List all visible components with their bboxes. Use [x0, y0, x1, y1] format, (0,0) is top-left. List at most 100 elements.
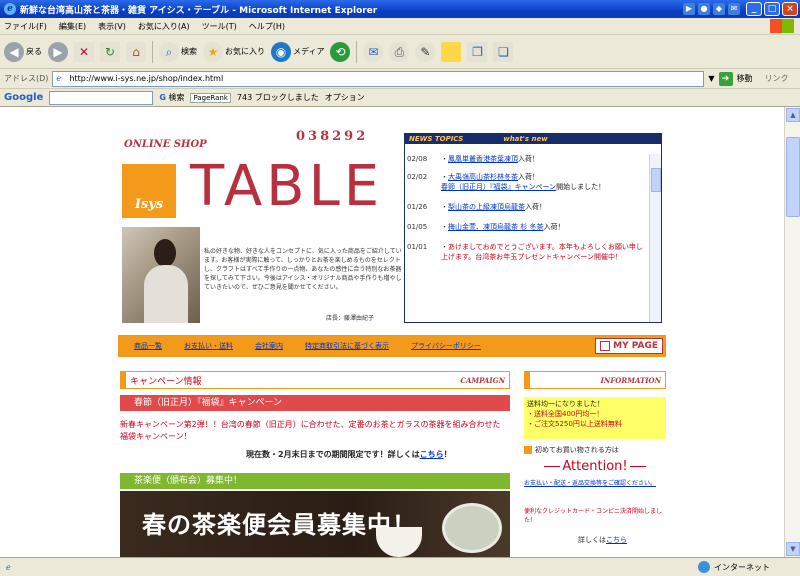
- access-counter: 038292: [296, 129, 369, 144]
- tray-icon[interactable]: ▶: [683, 3, 695, 15]
- search-icon: ⌕: [159, 41, 179, 62]
- page-done-icon: e: [6, 562, 11, 572]
- campaign-title-bar: 春節（旧正月）『福袋』キャンペーン: [120, 395, 510, 411]
- news-box: NEWS TOPICS what's new 02/08 ・鳳凰単叢香港茶葉凍頂…: [404, 133, 662, 323]
- media-button[interactable]: ◉ メディア: [271, 41, 324, 62]
- address-dropdown-icon[interactable]: ▼: [708, 74, 714, 83]
- teacup-image: [376, 527, 422, 557]
- pagerank-indicator: PageRank: [190, 92, 231, 103]
- news-item: 01/26 ・梨山茶の上級凍頂烏龍茶入荷！: [407, 203, 546, 211]
- owner-photo: [122, 227, 200, 323]
- nav-privacy-policy[interactable]: プライバシーポリシー: [411, 341, 481, 351]
- ie-logo-icon: e: [4, 3, 16, 15]
- table-logo-text[interactable]: TABLE: [190, 155, 383, 219]
- stop-button[interactable]: ✕: [74, 41, 94, 62]
- campaign-details-link[interactable]: こちら: [420, 450, 444, 459]
- print-button[interactable]: ⎙: [389, 41, 410, 62]
- nav-products[interactable]: 商品一覧: [134, 341, 162, 351]
- history-button[interactable]: ⟲: [330, 41, 351, 62]
- intro-text: 私の好きな物、好きな人をコンセプトに、気に入った商品をご紹介しています。お客様が…: [204, 248, 402, 291]
- tea-subscription-banner[interactable]: 春の茶楽便会員募集中！: [120, 491, 510, 557]
- search-button[interactable]: ⌕ 検索: [159, 41, 197, 62]
- news-list: 02/08 ・鳳凰単叢香港茶葉凍頂入荷！ 02/02 ・大禹嶺高山茶杉林冬茶入荷…: [407, 154, 647, 322]
- address-input[interactable]: http://www.i-sys.ne.jp/shop/index.html: [52, 70, 705, 87]
- tea-leaves-image: [442, 503, 502, 553]
- info-more-link[interactable]: こちら: [606, 536, 627, 544]
- favorites-button[interactable]: ★ お気に入り: [203, 41, 265, 62]
- go-arrow-icon[interactable]: ➔: [718, 71, 733, 86]
- menu-help[interactable]: ヘルプ(H): [249, 21, 285, 32]
- campaign-note: 現在数・2月末日までの期間限定です！詳しくはこちら！: [246, 450, 452, 459]
- menu-edit[interactable]: 編集(E): [59, 21, 86, 32]
- status-bar: e インターネット: [0, 557, 800, 576]
- tray-icon[interactable]: ●: [698, 3, 710, 15]
- g-icon: G: [159, 93, 166, 102]
- forward-button[interactable]: ▶: [48, 41, 68, 62]
- shipping-notice: 送料均一になりました！ ・送料全国400円均一！ ・ご注文5250円以上送料無料: [524, 397, 666, 439]
- links-button[interactable]: リンク: [765, 73, 789, 84]
- first-time-label: 初めてお買い物される方は: [524, 445, 666, 455]
- scroll-up-icon[interactable]: ▲: [786, 108, 800, 122]
- refresh-button[interactable]: ↻: [100, 41, 120, 62]
- minimize-button[interactable]: _: [746, 2, 762, 16]
- nav-legal-notice[interactable]: 特定商取引法に基づく表示: [305, 341, 389, 351]
- info-more: 詳しくはこちら: [578, 536, 627, 544]
- back-arrow-icon: ◀: [4, 41, 24, 62]
- toolbar-separator: [356, 40, 358, 63]
- nav-payment-shipping[interactable]: お支払い・送料: [184, 341, 233, 351]
- options-button[interactable]: オプション: [325, 92, 365, 103]
- scroll-thumb[interactable]: [786, 137, 800, 217]
- address-bar: アドレス(D) http://www.i-sys.ne.jp/shop/inde…: [0, 69, 800, 89]
- google-logo[interactable]: Google: [4, 92, 43, 103]
- menu-bar: ファイル(F) 編集(E) 表示(V) お気に入り(A) ツール(T) ヘルプ(…: [0, 18, 800, 35]
- campaign-header: キャンペーン情報 CAMPAIGN: [120, 371, 510, 389]
- web-page: ONLINE SHOP 038292 Isys TABLE 私の好きな物、好きな…: [0, 107, 784, 557]
- menu-tools[interactable]: ツール(T): [202, 21, 237, 32]
- home-button[interactable]: ⌂: [126, 41, 146, 62]
- online-shop-label: ONLINE SHOP: [124, 139, 207, 150]
- tray-icon[interactable]: ✉: [728, 3, 740, 15]
- back-button[interactable]: ◀ 戻る: [4, 41, 42, 62]
- mail-button[interactable]: ✉: [363, 41, 384, 62]
- mypage-button[interactable]: MY PAGE: [595, 338, 663, 354]
- media-icon: ◉: [271, 41, 291, 62]
- close-button[interactable]: ×: [782, 2, 798, 16]
- address-label: アドレス(D): [4, 74, 49, 83]
- google-search-input[interactable]: [49, 90, 154, 105]
- edit-button[interactable]: ✎: [415, 41, 436, 62]
- attention-heading: Attention!: [524, 459, 666, 475]
- nav-company[interactable]: 会社案内: [255, 341, 283, 351]
- tray-icons: ▶ ● ◆ ✉: [683, 3, 740, 15]
- isys-logo[interactable]: Isys: [122, 164, 176, 218]
- standard-toolbar: ◀ 戻る ▶ ✕ ↻ ⌂ ⌕ 検索 ★ お気に入り ◉ メディア ⟲ ✉ ⎙ ✎…: [0, 35, 800, 69]
- popup-blocked-button[interactable]: 743 ブロックしました: [237, 92, 319, 103]
- globe-icon: [698, 561, 710, 573]
- credit-card-notice: 便利なクレジットカード・コンビニ決済開始しました！: [524, 508, 663, 524]
- information-header: INFORMATION: [524, 371, 666, 389]
- tea-subscription-bar: 茶楽便（頒布会）募集中！: [120, 473, 510, 489]
- discuss-button[interactable]: [441, 41, 462, 62]
- window-title: 新鮮な台湾高山茶と茶器・雑貨 アイシス・テーブル - Microsoft Int…: [20, 5, 378, 16]
- maximize-button[interactable]: □: [764, 2, 780, 16]
- windows-logo-icon: [770, 19, 794, 33]
- site-nav: 商品一覧 お支払い・送料 会社案内 特定商取引法に基づく表示 プライバシーポリシ…: [118, 335, 666, 357]
- scroll-down-icon[interactable]: ▼: [786, 542, 800, 556]
- menu-file[interactable]: ファイル(F): [4, 21, 47, 32]
- policy-link[interactable]: お支払い・配送・返品交換等をご確認ください。: [524, 479, 666, 488]
- google-toolbar: Google G 検索 PageRank 743 ブロックしました オプション: [0, 89, 800, 107]
- campaign-description: 新春キャンペーン第2弾！！台湾の春節（旧正月）に合わせた、定番のお茶とガラスの茶…: [120, 420, 501, 441]
- tray-icon[interactable]: ◆: [713, 3, 725, 15]
- news-header: NEWS TOPICS what's new: [405, 134, 661, 144]
- toolbar-separator: [152, 40, 153, 63]
- menu-favorites[interactable]: お気に入り(A): [138, 21, 190, 32]
- news-scrollbar[interactable]: [649, 154, 661, 322]
- google-search-button[interactable]: G 検索: [159, 92, 184, 103]
- research-button[interactable]: ❏: [493, 41, 514, 62]
- news-item: 02/08 ・鳳凰単叢香港茶葉凍頂入荷！: [407, 155, 539, 163]
- news-item: 02/02 ・大禹嶺高山茶杉林冬茶入荷！ 春節（旧正月）『福袋』キャンペーン開始し…: [407, 173, 606, 191]
- messenger-button[interactable]: ❐: [467, 41, 488, 62]
- go-button[interactable]: 移動: [737, 73, 753, 84]
- page-scrollbar[interactable]: ▲ ▼: [784, 107, 800, 557]
- owner-signature: 店長：藤澤由紀子: [326, 315, 375, 322]
- menu-view[interactable]: 表示(V): [98, 21, 126, 32]
